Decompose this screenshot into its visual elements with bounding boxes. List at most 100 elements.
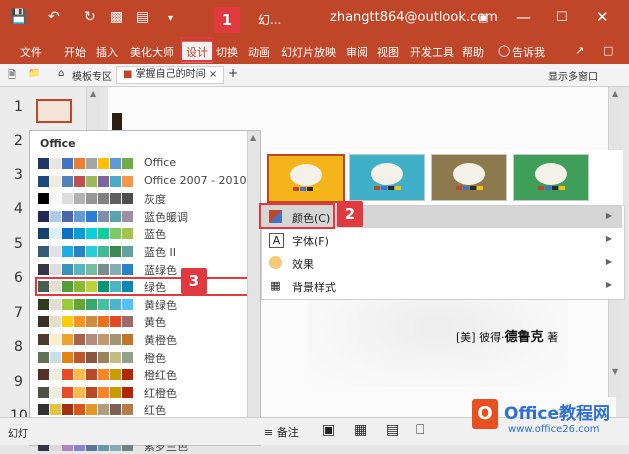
ribbon-tabs: 文件 开始 插入 美化大师 设计 切换 动画 幻灯片放映 审阅 视图 开发工具 … [0,38,629,64]
tab-animations[interactable]: 动画 [248,44,270,60]
tab-review[interactable]: 审阅 [346,44,368,60]
theme-color-row[interactable]: 灰度 [36,190,256,207]
title-bar: 💾 ↶ ↻ ▩ ▤ ▾ 幻... zhangtt864@outlook.com … [0,0,629,38]
theme-color-row[interactable]: 黄橙色 [36,331,256,348]
color-swatch [98,298,109,310]
new-doc-icon[interactable]: 🗎 [8,68,16,85]
tab-transitions[interactable]: 切换 [216,44,238,60]
undo-icon[interactable]: ↶ [48,9,60,25]
doc-tab-current[interactable]: ■ 掌握自己的时间 × [116,66,225,84]
color-swatch [110,281,121,293]
color-swatch [110,228,121,240]
color-swatch [62,175,73,187]
tab-insert[interactable]: 插入 [96,44,118,60]
theme-color-label: 蓝色 [144,228,166,242]
color-swatch [62,316,73,328]
theme-color-row[interactable]: Office [36,155,256,172]
color-swatch [62,193,73,205]
theme-color-row[interactable]: 红色 [36,401,256,418]
theme-color-label: 蓝绿色 [144,263,177,277]
color-swatch [74,316,85,328]
color-swatch [122,298,133,310]
maximize-icon[interactable]: ☐ [556,10,568,25]
theme-color-row[interactable]: 红橙色 [36,384,256,401]
close-icon[interactable]: ✕ [596,8,609,26]
color-swatch [86,175,97,187]
present-icon[interactable]: ▩ [110,9,123,25]
menu-item-background-styles[interactable]: ▦ 背景样式 ▶ [262,275,622,297]
tab-home[interactable]: 开始 [64,44,86,60]
color-swatch [50,369,61,381]
color-swatch [74,369,85,381]
variant-option-3[interactable] [431,154,507,201]
themes-scrollbar[interactable]: ▲ [247,131,260,443]
color-swatch [86,210,97,222]
theme-color-row[interactable]: 黄绿色 [36,296,256,313]
office-logo: O [472,399,498,429]
normal-view-icon[interactable]: ▣ [322,422,335,438]
account-email[interactable]: zhangtt864@outlook.com [330,10,498,25]
author-prefix: [美] 彼得· [456,331,505,344]
slide-thumbnail-selected[interactable] [36,99,72,123]
variant-option-1[interactable] [267,154,345,203]
folder-icon[interactable]: 📁 [28,68,40,79]
theme-color-row[interactable]: 蓝绿色 [36,261,256,278]
tab-beautify[interactable]: 美化大师 [130,44,174,60]
scroll-up-icon[interactable]: ▲ [90,89,96,98]
callout-step-1: 1 [214,7,240,33]
minimize-icon[interactable]: — [516,8,531,26]
theme-color-row[interactable]: 绿色 [35,277,257,297]
theme-color-row[interactable]: 橙红色 [36,366,256,383]
thumb-number: 7 [14,305,23,321]
theme-color-row[interactable]: 蓝色 [36,225,256,242]
slides-icon[interactable]: ▤ [136,9,149,25]
add-tab-button[interactable]: + [228,66,238,80]
menu-item-effects[interactable]: 效果 ▶ [262,252,622,274]
tab-developer[interactable]: 开发工具 [410,44,454,60]
doc-tab-templates[interactable]: 模板专区 [72,68,112,83]
color-swatch [86,404,97,416]
tell-me-input[interactable]: 告诉我 [512,44,545,60]
color-swatch [62,228,73,240]
ribbon-display-icon[interactable]: ▣ [478,11,488,24]
color-swatch [122,228,133,240]
tab-help[interactable]: 帮助 [462,44,484,60]
tab-view[interactable]: 视图 [377,44,399,60]
variant-option-2[interactable] [349,154,425,201]
comments-icon[interactable]: □ [603,44,613,57]
theme-color-row[interactable]: 蓝色暖调 [36,208,256,225]
theme-color-row[interactable]: 蓝色 II [36,243,256,260]
color-swatch [50,404,61,416]
color-swatch [110,193,121,205]
theme-color-row[interactable]: Office 2007 - 2010 [36,173,256,190]
color-swatch [38,175,49,187]
color-swatch [62,351,73,363]
share-icon[interactable]: ↗ [575,44,584,57]
customize-icon[interactable]: ▾ [168,13,173,24]
scroll-up-icon[interactable]: ▲ [612,89,618,98]
font-icon: A [269,233,284,248]
color-swatch [110,298,121,310]
color-swatch [98,228,109,240]
multi-window-button[interactable]: 显示多窗口 [548,68,598,83]
color-swatch [62,298,73,310]
theme-color-row[interactable]: 橙色 [36,349,256,366]
reading-view-icon[interactable]: ▤ [386,422,399,438]
slide-sorter-icon[interactable]: ▦ [354,422,367,438]
scroll-up-icon[interactable]: ▲ [250,133,256,142]
variant-cloud [371,163,403,185]
document-tabs-bar: 🗎 📁 ⌂ 模板专区 ■ 掌握自己的时间 × + 显示多窗口 [0,64,629,87]
notes-button[interactable]: ≡ 备注 [264,424,299,440]
color-swatch [38,404,49,416]
theme-color-row[interactable]: 黄色 [36,313,256,330]
color-swatch [74,404,85,416]
variant-option-4[interactable] [513,154,589,201]
save-icon[interactable]: 💾 [10,9,27,25]
redo-icon[interactable]: ↻ [84,9,96,25]
tab-file[interactable]: 文件 [20,44,42,60]
scroll-down-icon[interactable]: ▼ [612,367,618,376]
tab-slideshow[interactable]: 幻灯片放映 [281,44,336,60]
menu-item-fonts[interactable]: A 字体(F) ▶ [262,229,622,251]
home-icon[interactable]: ⌂ [58,68,64,79]
slideshow-icon[interactable]: ⎕ [416,422,424,438]
